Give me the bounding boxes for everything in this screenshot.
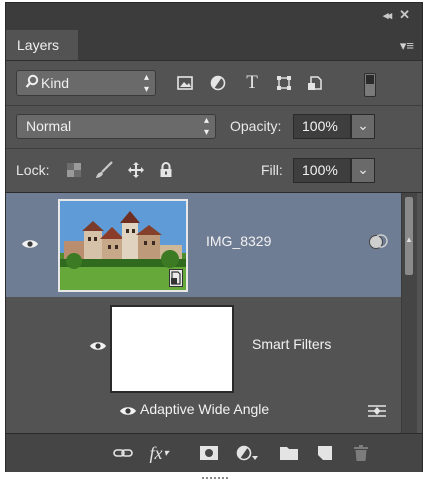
search-icon — [25, 71, 39, 100]
smart-filters-eye-icon[interactable] — [88, 339, 108, 353]
fx-label: fx — [149, 442, 163, 463]
lock-all-icon[interactable] — [156, 160, 176, 180]
add-layer-mask-icon[interactable] — [196, 442, 222, 464]
layers-panel: ◂◂ ✕ Layers ▾≡ Kind ▴ ▾ T Normal ▴ ▾ Opa… — [5, 2, 423, 479]
new-group-icon[interactable] — [276, 442, 302, 464]
fill-input[interactable]: 100% — [293, 158, 351, 183]
lock-image-pixels-icon[interactable] — [94, 160, 114, 180]
fill-label: Fill: — [261, 162, 283, 178]
collapse-panel-icon[interactable]: ◂◂ — [383, 9, 392, 22]
blend-mode-value: Normal — [26, 118, 72, 134]
pixel-layer-filter-icon[interactable] — [173, 70, 197, 96]
lock-position-icon[interactable] — [126, 160, 146, 180]
filter-blending-options-icon[interactable] — [366, 403, 388, 419]
adjustment-layer-filter-icon[interactable] — [206, 70, 230, 96]
opacity-slider-button[interactable]: ⌄ — [351, 114, 375, 139]
new-layer-icon[interactable] — [312, 442, 338, 464]
add-layer-style-icon[interactable]: fx ▾ — [146, 442, 172, 464]
eye-icon[interactable] — [20, 237, 40, 251]
smart-filter-indicator-icon[interactable] — [368, 233, 390, 251]
filter-name[interactable]: Adaptive Wide Angle — [140, 401, 269, 417]
smart-filters-label: Smart Filters — [252, 336, 332, 352]
lock-label: Lock: — [16, 162, 50, 178]
panel-bottom-bar: fx ▾ — [6, 433, 422, 479]
fill-slider-button[interactable]: ⌄ — [351, 158, 375, 183]
layer-row[interactable]: IMG_8329 — [6, 193, 401, 297]
type-layer-filter-icon[interactable]: T — [240, 70, 264, 96]
scroll-up-arrow-icon[interactable]: ▲ — [405, 235, 413, 244]
filter-kind-label: Kind — [41, 75, 70, 91]
chevron-updown-icon: ▴ ▾ — [143, 72, 149, 95]
filter-eye-icon[interactable] — [118, 404, 138, 418]
filter-toggle-switch[interactable] — [364, 73, 376, 97]
filter-row: Kind ▴ ▾ T — [6, 61, 422, 105]
layer-name[interactable]: IMG_8329 — [206, 233, 271, 249]
lock-transparent-pixels-icon[interactable] — [64, 160, 84, 180]
layers-scrollbar[interactable]: ▲ — [401, 193, 417, 433]
filter-kind-dropdown[interactable]: Kind ▴ ▾ — [16, 70, 156, 96]
panel-resize-grip[interactable] — [202, 468, 228, 479]
link-layers-icon[interactable] — [110, 442, 136, 464]
layers-list: IMG_8329 Smart Filters Adaptive Wide Ang… — [6, 192, 422, 433]
opacity-input[interactable]: 100% — [293, 114, 351, 139]
delete-layer-icon[interactable] — [348, 442, 374, 464]
opacity-label: Opacity: — [230, 118, 282, 134]
lock-row: Lock: Fill: 100% ⌄ — [6, 149, 422, 191]
shape-layer-filter-icon[interactable] — [272, 70, 296, 96]
smart-object-badge-icon — [169, 269, 183, 287]
blend-row: Normal ▴ ▾ Opacity: 100% ⌄ — [6, 106, 422, 146]
tab-row: Layers ▾≡ — [6, 30, 422, 61]
smart-filter-mask-thumbnail[interactable] — [110, 305, 234, 393]
smart-object-filter-icon[interactable] — [303, 70, 327, 96]
blend-mode-dropdown[interactable]: Normal ▴ ▾ — [16, 114, 216, 139]
panel-menu-icon[interactable]: ▾≡ — [400, 38, 414, 54]
layer-thumbnail — [58, 199, 188, 292]
close-panel-icon[interactable]: ✕ — [399, 7, 410, 23]
new-adjustment-layer-icon[interactable] — [234, 442, 260, 464]
chevron-updown-icon: ▴ ▾ — [203, 115, 209, 138]
tab-layers[interactable]: Layers — [6, 30, 78, 60]
panel-titlebar: ◂◂ ✕ — [6, 3, 422, 30]
